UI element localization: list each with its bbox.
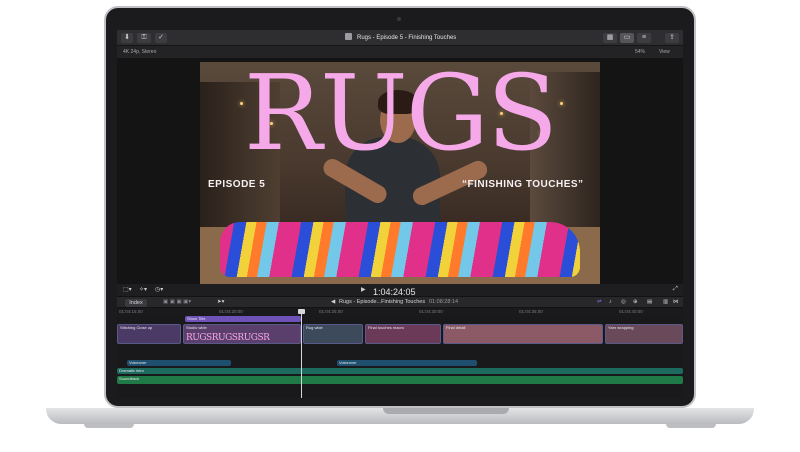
clip-label: Rug wide — [306, 325, 323, 330]
audio-clip[interactable]: Voiceover — [337, 360, 477, 366]
share-icon[interactable]: ⇪ — [665, 33, 679, 43]
logo-strip: RUGSRUGSRUGSR — [186, 333, 270, 343]
play-icon[interactable]: ▶ — [361, 286, 366, 293]
enhance-icon[interactable]: ✧▾ — [139, 286, 147, 293]
timeline-project-name[interactable]: Rugs - Episode...Finishing Touches — [339, 297, 425, 308]
fullscreen-icon[interactable]: ⤢ — [673, 286, 678, 293]
ruler-mark: 01:04:15:00 — [119, 309, 143, 314]
viewer-panel: RUGS EPISODE 5 “FINISHING TOUCHES” — [117, 58, 683, 284]
inspector-toggle-icon[interactable]: ≡ — [637, 33, 651, 43]
video-clip[interactable]: Final touches macro — [365, 324, 441, 344]
crop-icon[interactable]: ⬚▾ — [123, 286, 132, 293]
keyword-icon[interactable]: ⚿ — [137, 33, 151, 43]
timeline-duration: 01:08:28:14 — [429, 299, 459, 305]
camera-dot — [397, 17, 401, 21]
ruler-mark: 01:04:20:00 — [219, 309, 243, 314]
speed-icon[interactable]: ◷▾ — [155, 286, 163, 293]
clip-label: Final detail — [446, 325, 466, 330]
audio-clip[interactable]: Soundtrack — [117, 376, 683, 384]
title-clip[interactable]: Show Title — [185, 316, 301, 322]
laptop-base — [46, 408, 754, 424]
title-overlay: RUGS — [243, 62, 558, 174]
timeline-ruler[interactable]: 01:04:15:00 01:04:20:00 01:04:25:00 01:0… — [117, 308, 683, 316]
viewer-controls: ⬚▾ ✧▾ ◷▾ ▶ 1:04:24:05 ⤢ — [117, 284, 683, 297]
video-frame: RUGS EPISODE 5 “FINISHING TOUCHES” — [200, 62, 600, 284]
view-menu[interactable]: View — [659, 46, 670, 58]
clip-label: Final touches macro — [368, 325, 405, 330]
base-notch — [383, 408, 509, 414]
import-icon[interactable]: ⬇ — [121, 33, 133, 43]
effects-browser-icon[interactable]: ▥ — [663, 297, 668, 308]
audio-skim-icon[interactable]: ♪ — [609, 297, 612, 308]
clapper-icon — [345, 33, 352, 40]
clip-appearance-icon[interactable]: ▤ — [647, 297, 652, 308]
select-tool-icon[interactable]: ➤▾ — [217, 297, 224, 308]
timeline-header: Index ▣ ▣ ▣ ▣▾ ➤▾ ◀ Rugs - Episode...Fin… — [117, 296, 683, 308]
clip-tools-icon[interactable]: ▣ ▣ ▣ ▣▾ — [163, 297, 191, 308]
viewer-info-bar: 4K 24p, Stereo 54% View — [117, 46, 683, 58]
laptop-screen: ⬇ ⚿ ✓ Rugs - Episode 5 - Finishing Touch… — [117, 30, 683, 398]
project-title: Rugs - Episode 5 - Finishing Touches — [357, 35, 457, 41]
episode-subtitle: “FINISHING TOUCHES” — [462, 179, 584, 190]
clip-label: Stitching Close up — [120, 325, 153, 330]
audio-clip[interactable]: Voiceover — [127, 360, 231, 366]
clip-label: Studio wide — [186, 325, 207, 330]
ruler-mark: 01:04:25:00 — [319, 309, 343, 314]
transitions-icon[interactable]: ⋈ — [673, 297, 679, 308]
laptop-foot — [666, 424, 716, 428]
check-icon[interactable]: ✓ — [155, 33, 167, 43]
colorful-rug — [220, 222, 580, 277]
timeline-tracks: Show Title Stitching Close up Studio wid… — [117, 316, 683, 398]
video-clip[interactable]: Rug wide — [303, 324, 363, 344]
browser-toggle-icon[interactable]: ▦ — [603, 33, 617, 43]
ruler-mark: 01:04:30:00 — [419, 309, 443, 314]
format-info: 4K 24p, Stereo — [123, 49, 157, 55]
episode-label: EPISODE 5 — [208, 179, 266, 190]
app-toolbar: ⬇ ⚿ ✓ Rugs - Episode 5 - Finishing Touch… — [117, 30, 683, 46]
solo-icon[interactable]: ◎ — [621, 297, 626, 308]
video-clip[interactable]: Studio wide RUGSRUGSRUGSR — [183, 324, 301, 344]
ruler-mark: 01:04:40:00 — [619, 309, 643, 314]
snapping-icon[interactable]: ⊕ — [633, 297, 638, 308]
video-clip[interactable]: Stitching Close up — [117, 324, 181, 344]
laptop-foot — [84, 424, 134, 428]
back-icon[interactable]: ◀ — [331, 297, 335, 308]
playhead[interactable] — [301, 312, 302, 398]
ruler-mark: 01:04:35:00 — [519, 309, 543, 314]
zoom-menu[interactable]: 54% — [635, 46, 645, 58]
viewer-toggle-icon[interactable]: ▭ — [620, 33, 634, 43]
marketing-stage: ⬇ ⚿ ✓ Rugs - Episode 5 - Finishing Touch… — [0, 0, 800, 452]
index-button[interactable]: Index — [125, 299, 147, 307]
video-clip[interactable]: Final detail — [443, 324, 603, 344]
clip-label: Yarn wrapping — [608, 325, 634, 330]
audio-clip[interactable]: Dramatic intro — [117, 368, 683, 374]
video-clip[interactable]: Yarn wrapping — [605, 324, 683, 344]
skimming-icon[interactable]: ⇌ — [597, 297, 602, 308]
